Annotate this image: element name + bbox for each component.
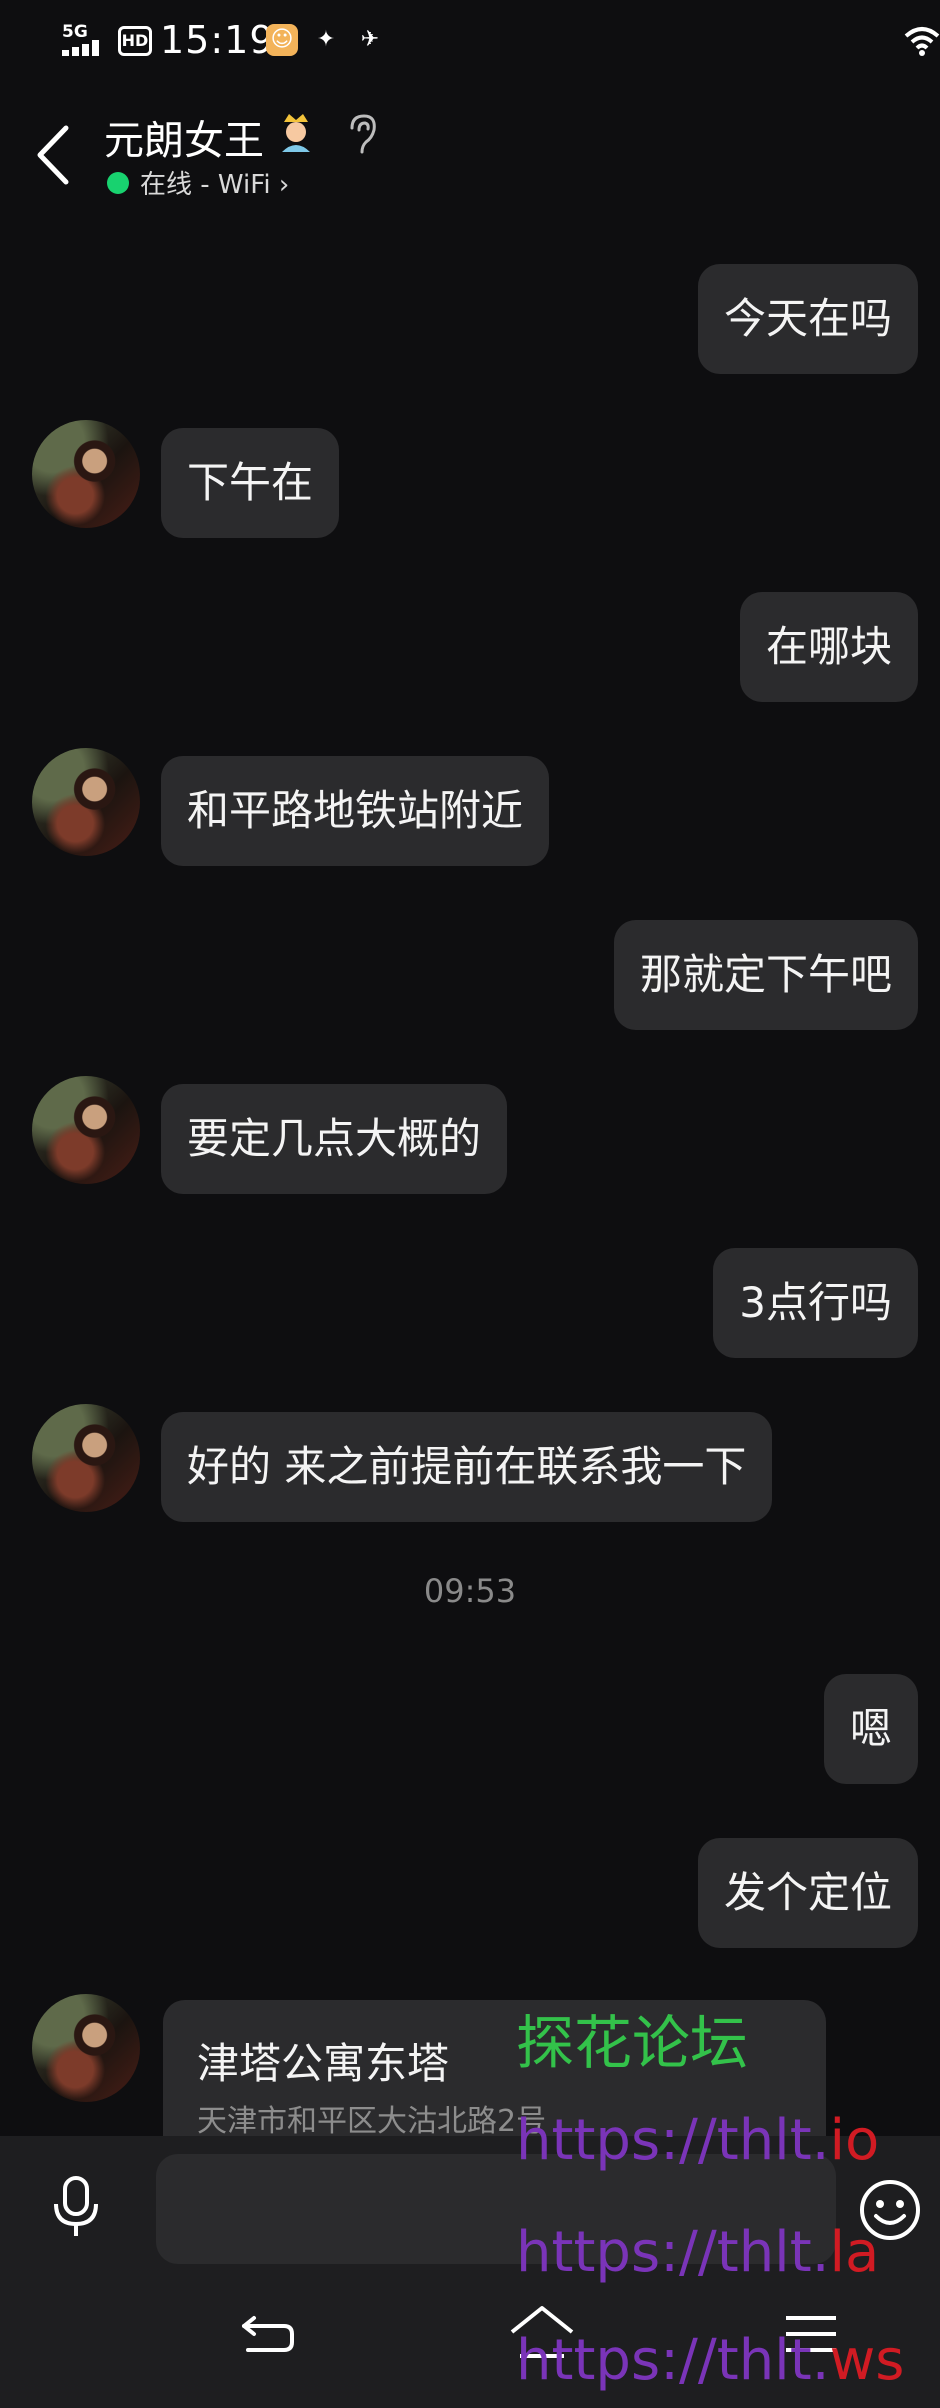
watermark-url-head: https://thlt. [516,2220,830,2285]
watermark-url-head: https://thlt. [516,2328,830,2393]
message-bubble-sent[interactable]: 那就定下午吧 [613,920,918,1030]
message-timestamp: 09:53 [423,1572,517,1610]
message-bubble-received[interactable]: 好的 来之前提前在联系我一下 [161,1412,773,1522]
online-indicator [107,172,129,194]
clock: 15:19 [160,18,275,62]
queen-emoji-icon [282,114,310,152]
watermark-url-tail: io [829,2108,880,2173]
message-bubble-sent[interactable]: 在哪块 [739,592,918,702]
back-arrow-icon[interactable] [30,120,80,190]
location-title: 津塔公寓东塔 [197,2039,450,2088]
contact-avatar[interactable] [32,748,140,856]
earpiece-icon[interactable] [344,112,380,156]
status-bar: 5G HD 15:19 ☺ ✦ ✈ [0,0,940,80]
chat-header: 元朗女王 在线 - WiFi › [0,90,940,210]
contact-name[interactable]: 元朗女王 [104,108,264,166]
sun-face-app-icon: ☺ [266,24,298,56]
watermark-url: https://thlt.io [516,2108,879,2173]
hd-badge: HD [118,26,152,56]
online-status[interactable]: 在线 - WiFi › [140,164,289,201]
watermark-url-tail: ws [829,2328,905,2393]
message-bubble-received[interactable]: 和平路地铁站附近 [161,756,550,866]
watermark-url: https://thlt.la [516,2220,879,2285]
online-status-text: 在线 - WiFi [140,170,271,200]
message-bubble-sent[interactable]: 嗯 [823,1674,918,1784]
microphone-icon[interactable] [48,2174,104,2240]
contact-avatar[interactable] [32,1404,140,1512]
watermark-url-head: https://thlt. [516,2108,830,2173]
contact-avatar[interactable] [32,1076,140,1184]
location-address: 天津市和平区大沽北路2号 [197,2104,547,2139]
message-bubble-received[interactable]: 下午在 [161,428,340,538]
nav-back-icon[interactable] [240,2308,298,2358]
message-bubble-sent[interactable]: 发个定位 [697,1838,918,1948]
watermark-url-tail: la [829,2220,880,2285]
watermark-url: https://thlt.ws [516,2328,904,2393]
game-controller-app-icon: ✦ [316,27,336,52]
contact-avatar[interactable] [32,1994,140,2102]
watermark-title: 探花论坛 [516,2009,749,2077]
contact-avatar[interactable] [32,420,140,528]
wifi-icon [904,27,940,56]
message-bubble-received[interactable]: 要定几点大概的 [161,1084,508,1194]
message-bubble-sent[interactable]: 今天在吗 [697,264,918,374]
paw-app-icon: ✈ [360,27,380,52]
chat-screen: 5G HD 15:19 ☺ ✦ ✈ 元朗女王 在线 - WiFi › 今天在吗 … [0,0,940,2408]
signal-icon [62,40,99,56]
message-bubble-sent[interactable]: 3点行吗 [713,1248,918,1358]
network-type: 5G [62,22,88,42]
